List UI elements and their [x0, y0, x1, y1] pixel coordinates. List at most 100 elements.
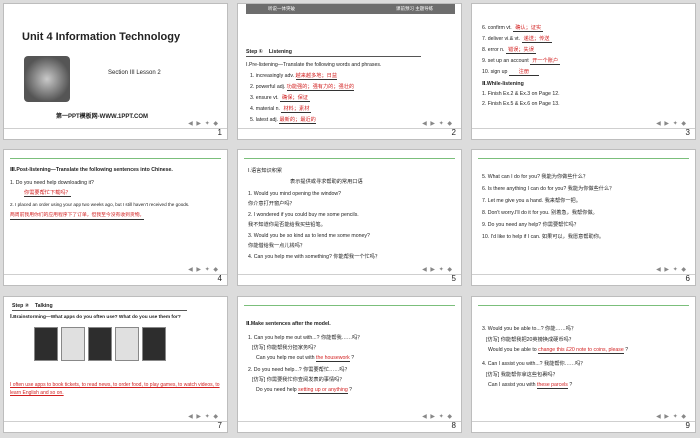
- step-divider: [246, 56, 421, 57]
- slide-thumbnail-2[interactable]: 听说一体突破 课前预习 主题导练 Step ① Listening Ⅰ.Pre-…: [237, 3, 462, 140]
- slide-thumbnail-6[interactable]: 5. What can I do for you? 我能为你做些什么？ 6. I…: [471, 149, 696, 286]
- example-line: 5. What can I do for you? 我能为你做些什么？: [482, 174, 589, 180]
- answer: 你需要帮忙下载吗？: [24, 190, 71, 198]
- slide-nav-icons[interactable]: ◀ ▶ ✦ ◆: [656, 413, 687, 420]
- slide-nav-divider: [4, 128, 227, 129]
- slide-top-rule: [244, 158, 455, 159]
- slide-nav-icons[interactable]: ◀ ▶ ✦ ◆: [656, 266, 687, 273]
- cover-image: [24, 56, 70, 102]
- answer-text: I often use apps to book tickets, to rea…: [10, 382, 220, 396]
- model-line: 3. Would you be able to...? 你能……吗？: [482, 326, 577, 332]
- slide-number: 9: [685, 421, 690, 430]
- slide-nav-icons[interactable]: ◀ ▶ ✦ ◆: [422, 266, 453, 273]
- slide-nav-icons[interactable]: ◀ ▶ ✦ ◆: [188, 413, 219, 420]
- slide-top-rule: [478, 158, 689, 159]
- slide-number: 3: [685, 128, 690, 137]
- app-screenshot: [61, 327, 85, 361]
- slide-nav-divider: [4, 421, 227, 422]
- slide-nav-icons[interactable]: ◀ ▶ ✦ ◆: [188, 120, 219, 127]
- model-line: [仿写] 你需要我忙你查阅发表的事情吗？: [252, 377, 345, 383]
- header-text: 听说一体突破: [268, 6, 295, 11]
- slide-number: 8: [451, 421, 456, 430]
- example-line: 你介意打开窗户吗？: [248, 201, 295, 207]
- model-line: 2. Do you need help...? 你需要帮忙……吗？: [248, 367, 350, 373]
- slide-nav-icons[interactable]: ◀ ▶ ✦ ◆: [422, 120, 453, 127]
- section-intro: Ⅲ.Post-listening—Translate the following…: [10, 167, 173, 173]
- app-screenshot: [115, 327, 139, 361]
- slide-nav-icons[interactable]: ◀ ▶ ✦ ◆: [188, 266, 219, 273]
- example-line: 7. Let me give you a hand. 我来帮你一把。: [482, 198, 581, 204]
- slide-thumbnail-9[interactable]: 3. Would you be able to...? 你能……吗？ [仿写] …: [471, 296, 696, 433]
- model-line: 4. Can I assist you with...? 我能帮你……吗？: [482, 361, 586, 367]
- instruction-line: 1. Finish Ex.2 & Ex.3 on Page 12.: [482, 91, 560, 97]
- step-divider: [12, 310, 187, 311]
- app-screenshot: [142, 327, 166, 361]
- header-right-text: 课前预习 主题导练: [396, 6, 434, 11]
- slide-thumbnail-4[interactable]: Ⅲ.Post-listening—Translate the following…: [3, 149, 228, 286]
- fill-line: Would you be able to change this £20 not…: [488, 347, 629, 355]
- slide-thumbnail-7[interactable]: Step ② Talking Ⅰ.Brainstorming—What apps…: [3, 296, 228, 433]
- section-heading: Ⅱ.While-listening: [482, 81, 524, 87]
- example-line: 9. Do you need any help? 你需要帮忙吗？: [482, 222, 579, 228]
- slide-top-rule: [244, 305, 455, 306]
- answer: 两周前我用你们的应用程序下了订单，但我至今没有收到货物。: [10, 213, 145, 221]
- slide-nav-icons[interactable]: ◀ ▶ ✦ ◆: [656, 120, 687, 127]
- slide-thumbnail-5[interactable]: Ⅰ.语言知识积累 表示提供或寻求帮助的常用口语 1. Would you min…: [237, 149, 462, 286]
- section-subtitle: 表示提供或寻求帮助的常用口语: [290, 179, 363, 185]
- fill-line: Can I assist you with these parcels ?: [488, 382, 573, 390]
- slide-title: Unit 4 Information Technology: [22, 31, 181, 43]
- list-item: 3. ensure vt. 确保；保证: [250, 95, 311, 103]
- slide-number: 5: [451, 274, 456, 283]
- app-screenshot: [34, 327, 58, 361]
- model-line: [仿写] 我能帮你拿这些包裹吗？: [486, 372, 558, 378]
- example-line: 我不知道你是否能给我买些铅笔。: [248, 222, 326, 228]
- example-line: 2. I wondered if you could buy me some p…: [248, 212, 359, 218]
- slide-top-rule: [10, 158, 221, 159]
- footer-text: 第一PPT模板网-WWW.1PPT.COM: [56, 114, 148, 120]
- list-item: 7. deliver vi.& vt. 递送；传送: [482, 36, 552, 44]
- example-line: 1. Would you mind opening the window?: [248, 191, 342, 197]
- slide-nav-divider: [238, 274, 461, 275]
- slide-number: 4: [217, 274, 222, 283]
- slide-number: 1: [217, 128, 222, 137]
- model-line: [仿写] 你能帮我分担家务吗？: [252, 345, 319, 351]
- example-line: 4. Can you help me with something? 你能帮我一…: [248, 254, 381, 260]
- slide-nav-divider: [472, 274, 695, 275]
- slide-number: 2: [451, 128, 456, 137]
- app-screenshots: [34, 327, 166, 361]
- section-intro: Ⅰ.Pre-listening—Translate the following …: [246, 62, 382, 68]
- model-line: [仿写] 你能帮我把20英镑换成硬币吗？: [486, 337, 574, 343]
- app-screenshot: [88, 327, 112, 361]
- slide-number: 7: [217, 421, 222, 430]
- section-label: Section III Lesson 2: [108, 70, 161, 76]
- slide-nav-divider: [238, 128, 461, 129]
- instruction-line: 2. Finish Ex.5 & Ex.6 on Page 13.: [482, 101, 560, 107]
- example-line: 3. Would you be so kind as to lend me so…: [248, 233, 370, 239]
- slide-number: 6: [685, 274, 690, 283]
- question: 2. I placed an order using your app two …: [10, 202, 190, 207]
- fill-line: Can you help me out with the housework ?: [256, 355, 355, 363]
- slide-header-bar: 听说一体突破 课前预习 主题导练: [246, 4, 455, 14]
- list-item: 2. powerful adj. 功能强的；强有力的；强壮的: [250, 84, 355, 92]
- slide-top-rule: [478, 305, 689, 306]
- fill-line: Do you need help setting up or anything …: [256, 387, 353, 395]
- list-item: 8. error n. 错误；失误: [482, 47, 536, 55]
- section-intro: Ⅰ.Brainstorming—What apps do you often u…: [10, 315, 181, 320]
- slide-nav-divider: [4, 274, 227, 275]
- slide-nav-icons[interactable]: ◀ ▶ ✦ ◆: [422, 413, 453, 420]
- section-heading: Ⅱ.Make sentences after the model.: [246, 321, 331, 327]
- list-item: 10. sign up 注册: [482, 69, 539, 77]
- example-line: 6. Is there anything I can do for you? 我…: [482, 186, 615, 192]
- list-item: 9. set up an account 开一个账户: [482, 58, 561, 66]
- slide-thumbnail-8[interactable]: Ⅱ.Make sentences after the model. 1. Can…: [237, 296, 462, 433]
- list-item: 5. latest adj. 最新的；最近的: [250, 117, 316, 125]
- slide-thumbnail-1[interactable]: Unit 4 Information Technology Section II…: [3, 3, 228, 140]
- model-line: 1. Can you help me out with...? 你能帮我……吗？: [248, 335, 363, 341]
- step-label: Step ② Talking: [12, 303, 53, 309]
- slide-nav-divider: [472, 128, 695, 129]
- example-line: 你能借给我一点儿钱吗？: [248, 243, 306, 249]
- list-item: 1. increasingly adv. 越来越多地；日益: [250, 73, 338, 81]
- list-item: 6. confirm vt. 确认；证实: [482, 25, 544, 33]
- slide-nav-divider: [238, 421, 461, 422]
- slide-thumbnail-3[interactable]: 6. confirm vt. 确认；证实 7. deliver vi.& vt.…: [471, 3, 696, 140]
